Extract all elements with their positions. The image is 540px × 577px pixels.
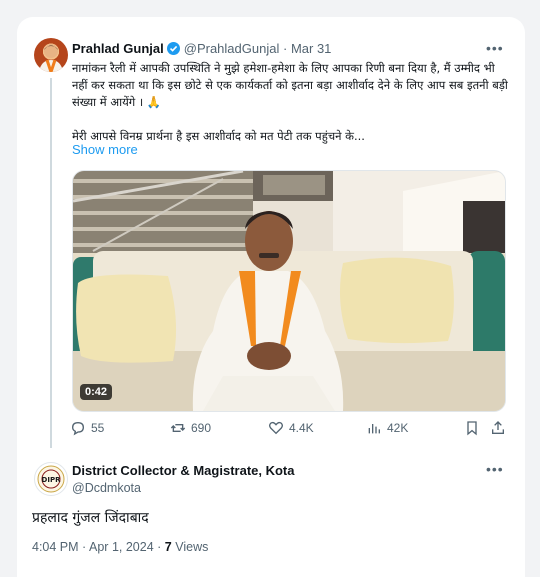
reply-author-name[interactable]: District Collector & Magistrate, Kota <box>72 463 295 478</box>
action-bar: 55 690 4.4K 42K <box>70 420 506 442</box>
tweet-text-paragraph-1: नामांकन रैली में आपकी उपस्थिति ने मुझे ह… <box>72 61 508 109</box>
separator-dot: · <box>282 41 288 56</box>
like-button[interactable]: 4.4K <box>268 420 314 436</box>
repost-button[interactable]: 690 <box>170 420 211 436</box>
tweet-header: Prahlad Gunjal @PrahladGunjal · Mar 31 <box>72 41 331 56</box>
tweet-date[interactable]: Mar 31 <box>291 41 331 56</box>
reply-views-count: 7 <box>164 540 172 554</box>
repost-count: 690 <box>191 421 212 435</box>
verified-badge-icon <box>166 42 180 55</box>
reply-time[interactable]: 4:04 PM <box>32 540 79 554</box>
tweet-text: नामांकन रैली में आपकी उपस्थिति ने मुझे ह… <box>72 60 508 145</box>
video-player[interactable] <box>72 170 506 412</box>
video-duration-badge: 0:42 <box>80 384 113 400</box>
views-icon <box>368 424 380 434</box>
share-icon <box>492 421 504 434</box>
reply-text: प्रहलाद गुंजल जिंदाबाद <box>32 510 149 526</box>
like-count: 4.4K <box>289 421 314 435</box>
avatar-logo-text: DIPR <box>42 476 62 484</box>
separator-dot: · <box>157 540 162 554</box>
show-more-link[interactable]: Show more <box>72 142 138 157</box>
author-handle[interactable]: @PrahladGunjal <box>184 41 280 56</box>
bookmark-button[interactable] <box>464 420 480 436</box>
video-frame <box>73 171 505 411</box>
reply-count: 55 <box>91 421 105 435</box>
reply-button[interactable]: 55 <box>70 420 104 436</box>
views-count: 42K <box>387 421 409 435</box>
author-name[interactable]: Prahlad Gunjal <box>72 41 164 56</box>
bookmark-icon <box>467 421 477 436</box>
more-icon[interactable]: ••• <box>486 40 504 56</box>
reply-views-label: Views <box>175 540 209 554</box>
separator-dot: · <box>82 540 87 554</box>
author-avatar[interactable] <box>34 38 68 72</box>
reply-author-handle[interactable]: @Dcdmkota <box>72 481 141 495</box>
repost-icon <box>170 424 186 432</box>
reply-icon <box>71 421 85 436</box>
reply-date[interactable]: Apr 1, 2024 <box>89 540 154 554</box>
thread-connector-line <box>50 78 52 448</box>
views-button[interactable]: 42K <box>366 420 408 436</box>
share-button[interactable] <box>490 420 506 436</box>
like-icon <box>269 421 283 435</box>
reply-meta: 4:04 PM · Apr 1, 2024 · 7 Views <box>32 540 208 554</box>
reply-author-avatar[interactable]: DIPR <box>34 462 68 496</box>
reply-more-icon[interactable]: ••• <box>486 461 504 477</box>
